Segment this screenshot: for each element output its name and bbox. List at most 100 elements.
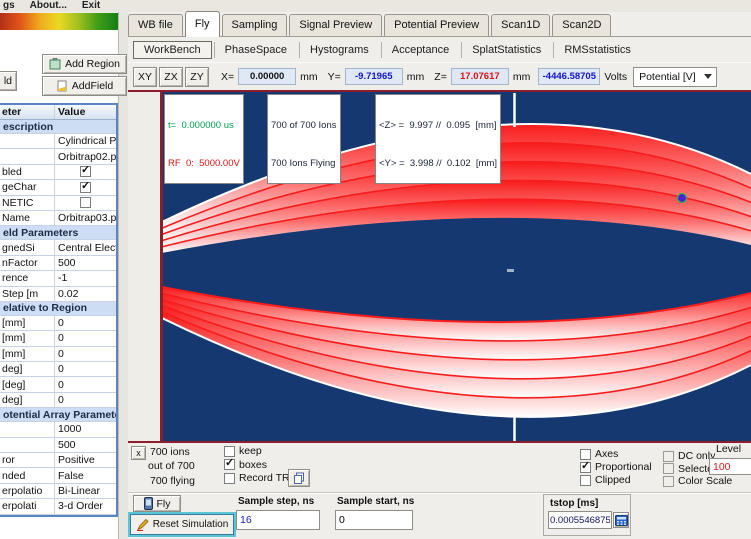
checkbox[interactable] — [663, 451, 674, 462]
table-row[interactable]: deg]0 — [0, 393, 116, 408]
view-zy-button[interactable]: ZY — [185, 67, 209, 87]
table-row[interactable]: eld Parameters — [0, 226, 116, 240]
tab-signal-preview[interactable]: Signal Preview — [289, 14, 382, 36]
table-row[interactable]: [deg]0 — [0, 377, 116, 392]
table-row[interactable]: deg]0 — [0, 362, 116, 377]
param-value[interactable]: False — [55, 470, 116, 482]
tab-fly[interactable]: Fly — [185, 11, 220, 37]
reset-simulation-button[interactable]: Reset Simulation — [130, 514, 234, 535]
param-value[interactable]: 500 — [55, 257, 116, 269]
param-value[interactable]: 0 — [55, 363, 116, 375]
checkbox-axes[interactable]: Axes — [580, 448, 618, 460]
tab-scan1d[interactable]: Scan1D — [491, 14, 550, 36]
x-coordinate-field[interactable]: 0.00000 — [238, 68, 296, 85]
tab-potential-preview[interactable]: Potential Preview — [384, 14, 489, 36]
param-value[interactable]: 1000 — [55, 423, 116, 435]
table-row[interactable]: geChar✓ — [0, 180, 116, 195]
checkbox[interactable] — [580, 475, 591, 486]
table-row[interactable]: NETIC — [0, 196, 116, 211]
tab-sampling[interactable]: Sampling — [222, 14, 288, 36]
table-row[interactable]: 1000 — [0, 422, 116, 437]
checkbox[interactable]: ✓ — [580, 462, 591, 473]
param-value[interactable]: 0.02 — [55, 288, 116, 300]
checkbox-dc-only[interactable]: DC only — [663, 450, 715, 462]
view-zx-button[interactable]: ZX — [159, 67, 183, 87]
param-value[interactable] — [55, 197, 116, 208]
table-row[interactable]: 500 — [0, 438, 116, 453]
table-row[interactable]: erpolati3-d Order — [0, 499, 116, 514]
param-value[interactable]: Bi-Linear — [55, 485, 116, 497]
add-region-button[interactable]: Add Region — [42, 54, 127, 74]
copy-trajectory-button[interactable] — [288, 469, 310, 487]
checkbox[interactable]: ✓ — [80, 166, 91, 177]
sample-start-input[interactable] — [335, 510, 413, 530]
param-value[interactable]: 0 — [55, 332, 116, 344]
param-value[interactable]: 0 — [55, 379, 116, 391]
table-row[interactable]: escription — [0, 120, 116, 134]
table-row[interactable]: Step [m0.02 — [0, 287, 116, 302]
tab-scan2d[interactable]: Scan2D — [552, 14, 611, 36]
y-coordinate-field[interactable]: -9.71965 — [345, 68, 403, 85]
potential-dropdown[interactable]: Potential [V] — [633, 67, 717, 87]
checkbox[interactable] — [663, 476, 674, 487]
subtab-splatstatistics[interactable]: SplatStatistics — [461, 42, 551, 58]
checkbox-proportional[interactable]: ✓Proportional — [580, 461, 652, 473]
table-row[interactable]: otential Array Parameters — [0, 408, 116, 422]
table-row[interactable]: rence-1 — [0, 271, 116, 286]
table-row[interactable]: erpolatioBi-Linear — [0, 484, 116, 499]
tab-wb-file[interactable]: WB file — [128, 14, 183, 36]
menu-item-about[interactable]: About... — [30, 0, 67, 12]
param-value[interactable]: Central Electrode — [55, 242, 116, 254]
param-value[interactable]: 0 — [55, 348, 116, 360]
param-value[interactable]: 0 — [55, 394, 116, 406]
table-row[interactable]: Cylindrical PA — [0, 134, 116, 149]
checkbox[interactable]: ✓ — [80, 182, 91, 193]
table-row[interactable]: ndedFalse — [0, 468, 116, 483]
param-value[interactable]: ✓ — [55, 182, 116, 193]
tstop-input[interactable] — [548, 511, 612, 529]
param-value[interactable]: 500 — [55, 439, 116, 451]
menu-item-exit[interactable]: Exit — [82, 0, 100, 12]
param-value[interactable]: 3-d Order — [55, 500, 116, 512]
checkbox-record-trj[interactable]: Record TRJ — [224, 472, 295, 484]
volts-field[interactable]: -4446.58705 — [538, 68, 600, 85]
table-row[interactable]: gnedSiCentral Electrode — [0, 240, 116, 255]
table-row[interactable]: [mm]0 — [0, 316, 116, 331]
checkbox[interactable] — [663, 463, 674, 474]
partial-button[interactable]: ld — [0, 71, 17, 91]
checkbox[interactable] — [224, 446, 235, 457]
checkbox[interactable] — [80, 197, 91, 208]
table-row[interactable]: bled✓ — [0, 165, 116, 180]
checkbox-color-scale[interactable]: Color Scale — [663, 475, 732, 487]
view-xy-button[interactable]: XY — [133, 67, 157, 87]
table-row[interactable]: Orbitrap02.pa — [0, 149, 116, 164]
menu-item-gs[interactable]: gs — [3, 0, 15, 12]
subtab-phasespace[interactable]: PhaseSpace — [214, 42, 297, 58]
table-row[interactable]: [mm]0 — [0, 331, 116, 346]
fly-button[interactable]: Fly — [133, 495, 181, 512]
close-trajectory-button[interactable]: x — [131, 446, 146, 460]
table-row[interactable]: nFactor500 — [0, 256, 116, 271]
checkbox-clipped[interactable]: Clipped — [580, 474, 631, 486]
subtab-workbench[interactable]: WorkBench — [133, 41, 212, 59]
checkbox[interactable] — [580, 449, 591, 460]
table-row[interactable]: [mm]0 — [0, 347, 116, 362]
level-input[interactable] — [709, 458, 751, 475]
param-value[interactable]: 0 — [55, 317, 116, 329]
subtab-acceptance[interactable]: Acceptance — [381, 42, 459, 58]
param-value[interactable]: ✓ — [55, 166, 116, 177]
checkbox-boxes[interactable]: ✓boxes — [224, 459, 267, 471]
param-value[interactable]: Positive — [55, 454, 116, 466]
add-field-button[interactable]: AddField — [42, 76, 127, 96]
sample-step-input[interactable] — [236, 510, 320, 530]
checkbox[interactable] — [224, 473, 235, 484]
param-value[interactable]: Orbitrap03.pa — [55, 212, 116, 224]
subtab-hystograms[interactable]: Hystograms — [299, 42, 379, 58]
param-value[interactable]: Orbitrap02.pa — [55, 151, 116, 163]
param-value[interactable]: Cylindrical PA — [55, 135, 116, 147]
subtab-rmsstatistics[interactable]: RMSstatistics — [553, 42, 641, 58]
checkbox-keep[interactable]: keep — [224, 445, 262, 457]
table-row[interactable]: rorPositive — [0, 453, 116, 468]
table-row[interactable]: NameOrbitrap03.pa — [0, 211, 116, 226]
tstop-calculator-button[interactable] — [613, 512, 629, 528]
